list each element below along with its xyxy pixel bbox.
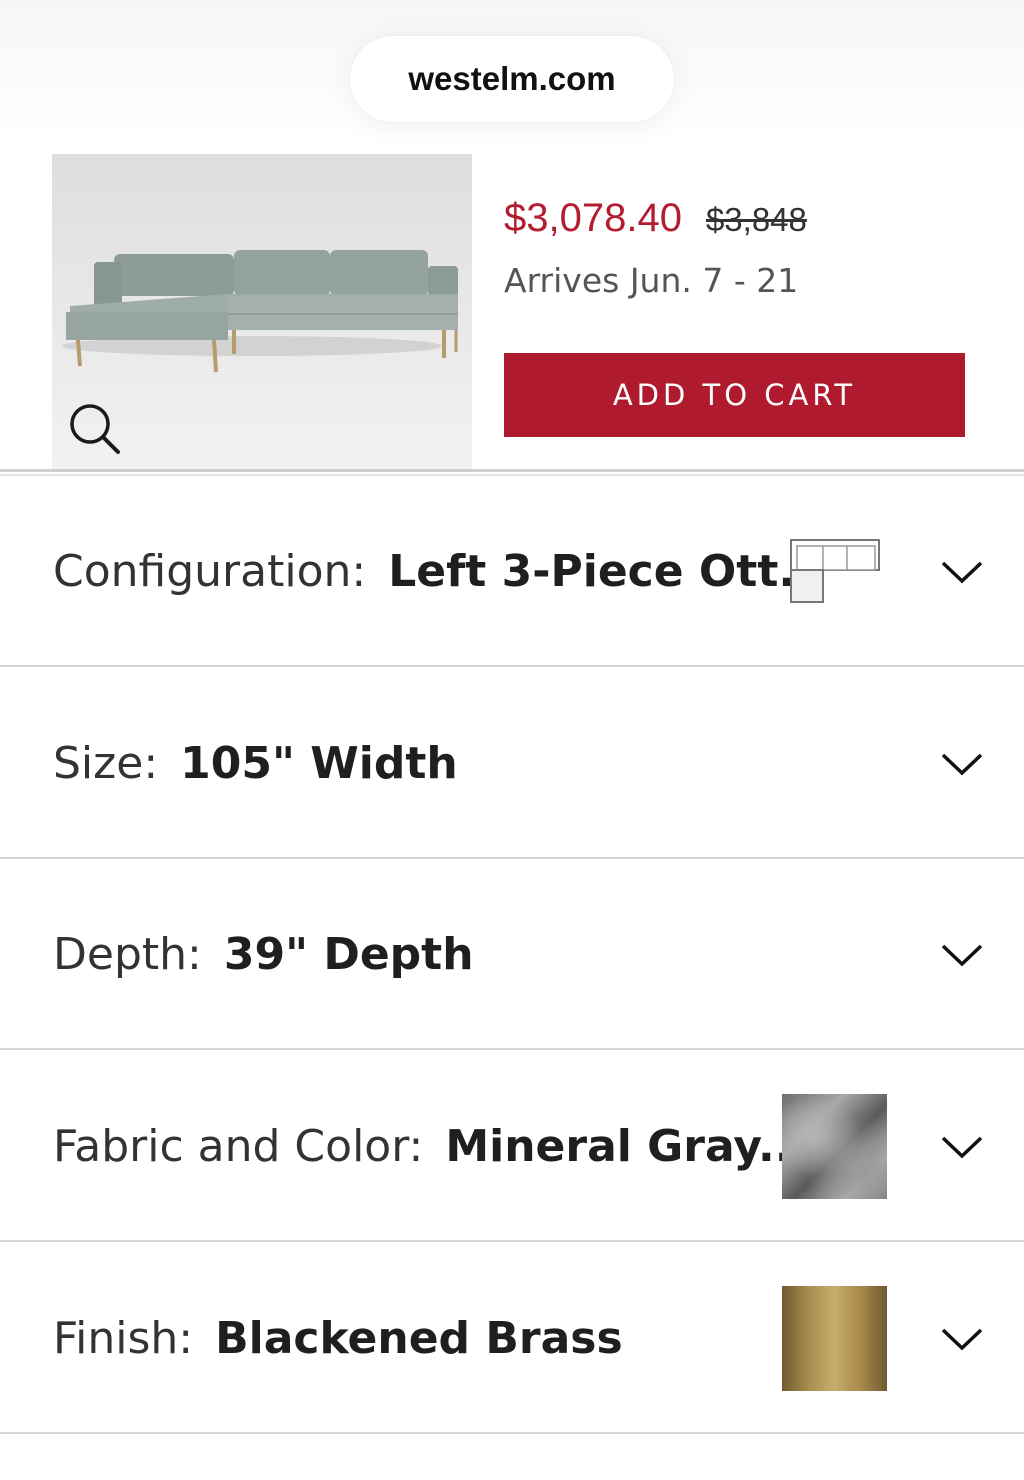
zoom-icon[interactable] <box>66 400 124 458</box>
fabric-swatch <box>782 1094 887 1199</box>
option-label: Fabric and Color: <box>53 1120 424 1172</box>
option-label: Size: <box>53 737 159 789</box>
option-size[interactable]: Size: 105" Width <box>0 669 1024 859</box>
option-value: Mineral Gray... <box>445 1120 809 1172</box>
sale-price: $3,078.40 <box>504 196 682 240</box>
url-text: westelm.com <box>408 60 616 97</box>
option-label: Depth: <box>53 928 202 980</box>
option-value: 39" Depth <box>223 928 474 980</box>
chevron-down-icon[interactable] <box>940 1134 984 1160</box>
price-row: $3,078.40 $3,848 <box>504 196 807 241</box>
product-image[interactable] <box>52 154 472 470</box>
divider <box>0 469 1024 472</box>
chevron-down-icon[interactable] <box>940 559 984 585</box>
chevron-down-icon[interactable] <box>940 751 984 777</box>
option-configuration[interactable]: Configuration: Left 3-Piece Ott... <box>0 477 1024 667</box>
configuration-diagram-icon <box>790 539 880 603</box>
finish-swatch <box>782 1286 887 1391</box>
option-finish[interactable]: Finish: Blackened Brass <box>0 1244 1024 1434</box>
chevron-down-icon[interactable] <box>940 942 984 968</box>
option-depth[interactable]: Depth: 39" Depth <box>0 860 1024 1050</box>
option-value: Blackened Brass <box>215 1312 623 1364</box>
divider <box>0 474 1024 476</box>
option-value: Left 3-Piece Ott... <box>388 545 829 597</box>
option-fabric-color[interactable]: Fabric and Color: Mineral Gray... <box>0 1052 1024 1242</box>
url-bar[interactable]: westelm.com <box>350 36 674 122</box>
option-label: Configuration: <box>53 545 367 597</box>
original-price: $3,848 <box>705 201 807 238</box>
add-to-cart-button[interactable]: ADD TO CART <box>504 353 965 437</box>
option-value: 105" Width <box>180 737 458 789</box>
chevron-down-icon[interactable] <box>940 1326 984 1352</box>
option-label: Finish: <box>53 1312 194 1364</box>
delivery-estimate: Arrives Jun. 7 - 21 <box>504 261 799 300</box>
